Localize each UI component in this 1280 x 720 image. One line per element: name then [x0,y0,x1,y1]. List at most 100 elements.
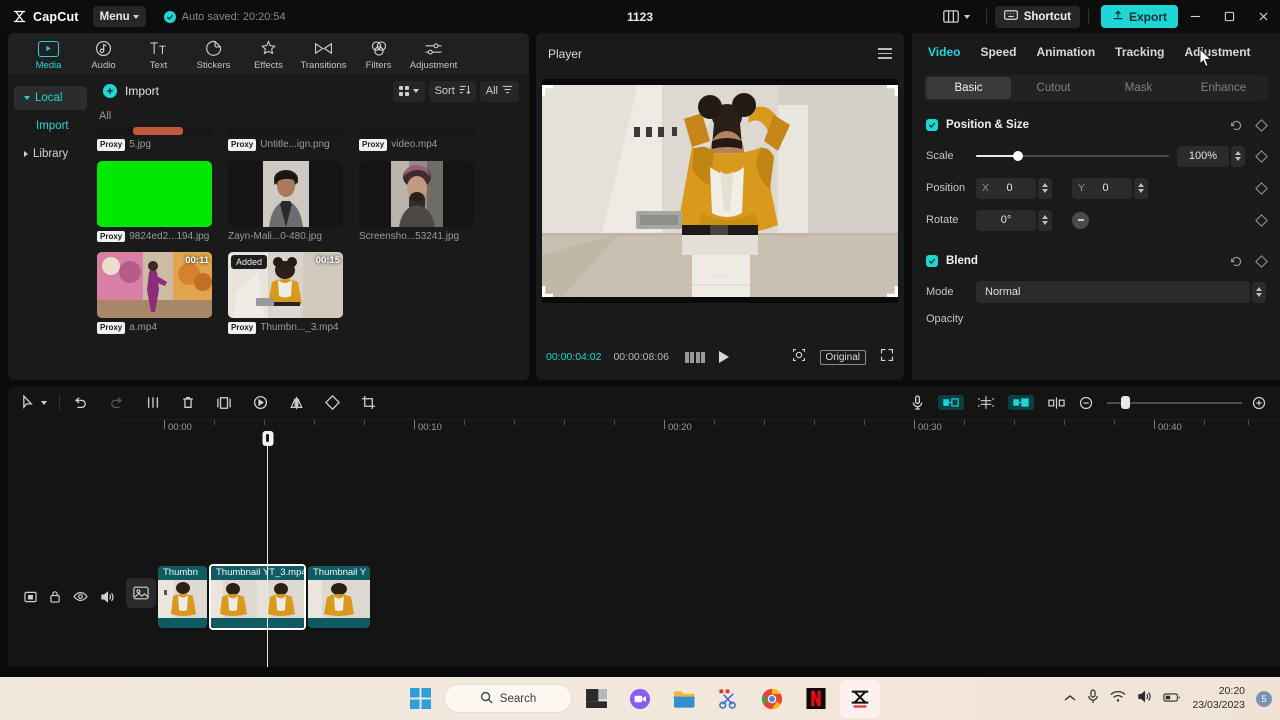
taskbar-search[interactable]: Search [444,684,572,713]
media-item[interactable]: Proxy Untitle...ign.png [228,127,343,151]
tab-tracking[interactable]: Tracking [1115,45,1164,59]
zoom-out-icon[interactable] [1079,396,1093,410]
align-center-icon[interactable] [978,395,994,410]
volume-icon[interactable] [100,590,114,603]
taskview-icon[interactable] [576,680,616,718]
sidebar-item-local[interactable]: Local [14,86,87,110]
split-track-icon[interactable] [1048,396,1065,410]
position-x-field[interactable]: X 0 [976,177,1036,199]
menu-button[interactable]: Menu [92,6,146,27]
select-tool-icon[interactable] [22,395,35,410]
track-thumbnail-toggle[interactable] [126,578,156,608]
media-thumbnail[interactable] [359,160,474,227]
tab-adjustment[interactable]: Adjustment [1185,45,1251,59]
timeline-clip[interactable]: Thumbnail YT_3.mp4 [211,566,304,628]
tool-dropdown-icon[interactable] [41,400,47,405]
visibility-eye-icon[interactable] [73,591,88,602]
zoom-focus-icon[interactable] [792,348,806,367]
lock-icon[interactable] [49,590,61,603]
media-thumbnail[interactable] [228,160,343,227]
category-media[interactable]: Media [22,36,75,71]
export-button[interactable]: Export [1100,5,1178,28]
wifi-icon[interactable] [1110,690,1126,708]
media-item[interactable]: Proxy video.mp4 [359,127,474,151]
rotate-dial[interactable] [1072,211,1089,229]
scale-original-button[interactable]: Original [819,349,866,365]
rotate-icon[interactable] [325,395,340,410]
keyframe-icon[interactable] [1255,213,1268,227]
category-text[interactable]: Text [132,36,185,71]
rotate-value[interactable]: 0° [976,209,1036,231]
keyframe-icon[interactable] [1255,254,1268,268]
category-transitions[interactable]: Transitions [297,36,350,71]
meet-icon[interactable] [620,680,660,718]
mirror-icon[interactable] [289,396,304,410]
redo-icon[interactable] [109,396,125,410]
delete-icon[interactable] [181,395,195,410]
snip-icon[interactable] [708,680,748,718]
tab-speed[interactable]: Speed [980,45,1016,59]
media-thumbnail[interactable] [228,127,343,135]
freeze-frame-icon[interactable] [253,395,268,410]
layout-switch-button[interactable] [935,10,978,23]
tab-animation[interactable]: Animation [1036,45,1095,59]
netflix-icon[interactable] [796,680,836,718]
media-item[interactable]: 00:11 Proxy a.mp4 [97,252,212,334]
media-thumbnail[interactable] [97,127,212,135]
category-filters[interactable]: Filters [352,36,405,71]
chrome-icon[interactable] [752,680,792,718]
track-select-icon[interactable] [24,591,37,603]
video-preview[interactable] [542,85,898,297]
notification-badge[interactable]: 5 [1256,690,1272,707]
timeline-ruler[interactable]: 00:00 00:10 00:20 00:30 00:40 [118,419,1280,441]
start-icon[interactable] [400,680,440,718]
category-audio[interactable]: Audio [77,36,130,71]
battery-icon[interactable] [1163,690,1181,708]
play-button[interactable] [719,351,730,363]
keyframe-icon[interactable] [1255,149,1268,163]
position-x-stepper[interactable] [1038,177,1052,199]
media-item[interactable]: Proxy 5.jpg [97,127,212,151]
view-mode-button[interactable] [392,80,425,102]
media-item[interactable]: Added 00:15 Proxy Thumbn..._3.mp4 [228,252,343,334]
slider-knob[interactable] [1013,151,1024,161]
media-thumbnail[interactable] [359,127,474,135]
subtab-cutout[interactable]: Cutout [1011,77,1096,99]
shortcut-button[interactable]: Shortcut [994,5,1080,28]
undo-icon[interactable] [72,396,88,410]
timeline-clip[interactable]: Thumbn [158,566,207,628]
auto-fit-left-button[interactable] [938,395,964,410]
category-stickers[interactable]: Stickers [187,36,240,71]
maximize-button[interactable] [1212,0,1246,33]
media-item[interactable]: Zayn-Mali...0-480.jpg [228,160,343,243]
tab-video[interactable]: Video [928,45,960,59]
subtab-basic[interactable]: Basic [926,77,1011,99]
category-effects[interactable]: Effects [242,36,295,71]
keyframe-icon[interactable] [1255,118,1268,132]
subtab-mask[interactable]: Mask [1096,77,1181,99]
crop-icon[interactable] [361,395,376,410]
import-button[interactable]: + Import [97,81,165,101]
slider-knob[interactable] [1121,396,1130,409]
media-thumbnail[interactable]: 00:11 [97,252,212,319]
media-item[interactable]: Screensho...53241.jpg [359,160,474,243]
scale-stepper[interactable] [1231,145,1245,167]
category-adjustment[interactable]: Adjustment [407,36,460,71]
blend-checkbox[interactable] [926,255,938,267]
clock[interactable]: 20:20 23/03/2023 [1192,685,1245,711]
record-mic-icon[interactable] [911,395,924,410]
media-thumbnail[interactable]: Added 00:15 [228,252,343,319]
sidebar-item-library[interactable]: Library [14,142,87,166]
frame-step-icon[interactable] [684,351,706,363]
blend-mode-select[interactable]: Normal [976,281,1250,303]
minimize-button[interactable] [1178,0,1212,33]
microphone-icon[interactable] [1087,688,1099,709]
media-item[interactable]: Proxy 9824ed2...194.jpg [97,160,212,243]
crop-frame-icon[interactable] [216,396,232,410]
split-icon[interactable] [146,395,160,410]
playhead[interactable] [262,431,273,667]
sidebar-item-import[interactable]: Import [14,114,87,138]
explorer-icon[interactable] [664,680,704,718]
timeline-clip[interactable]: Thumbnail Y [308,566,370,628]
scale-value[interactable]: 100% [1177,145,1229,167]
